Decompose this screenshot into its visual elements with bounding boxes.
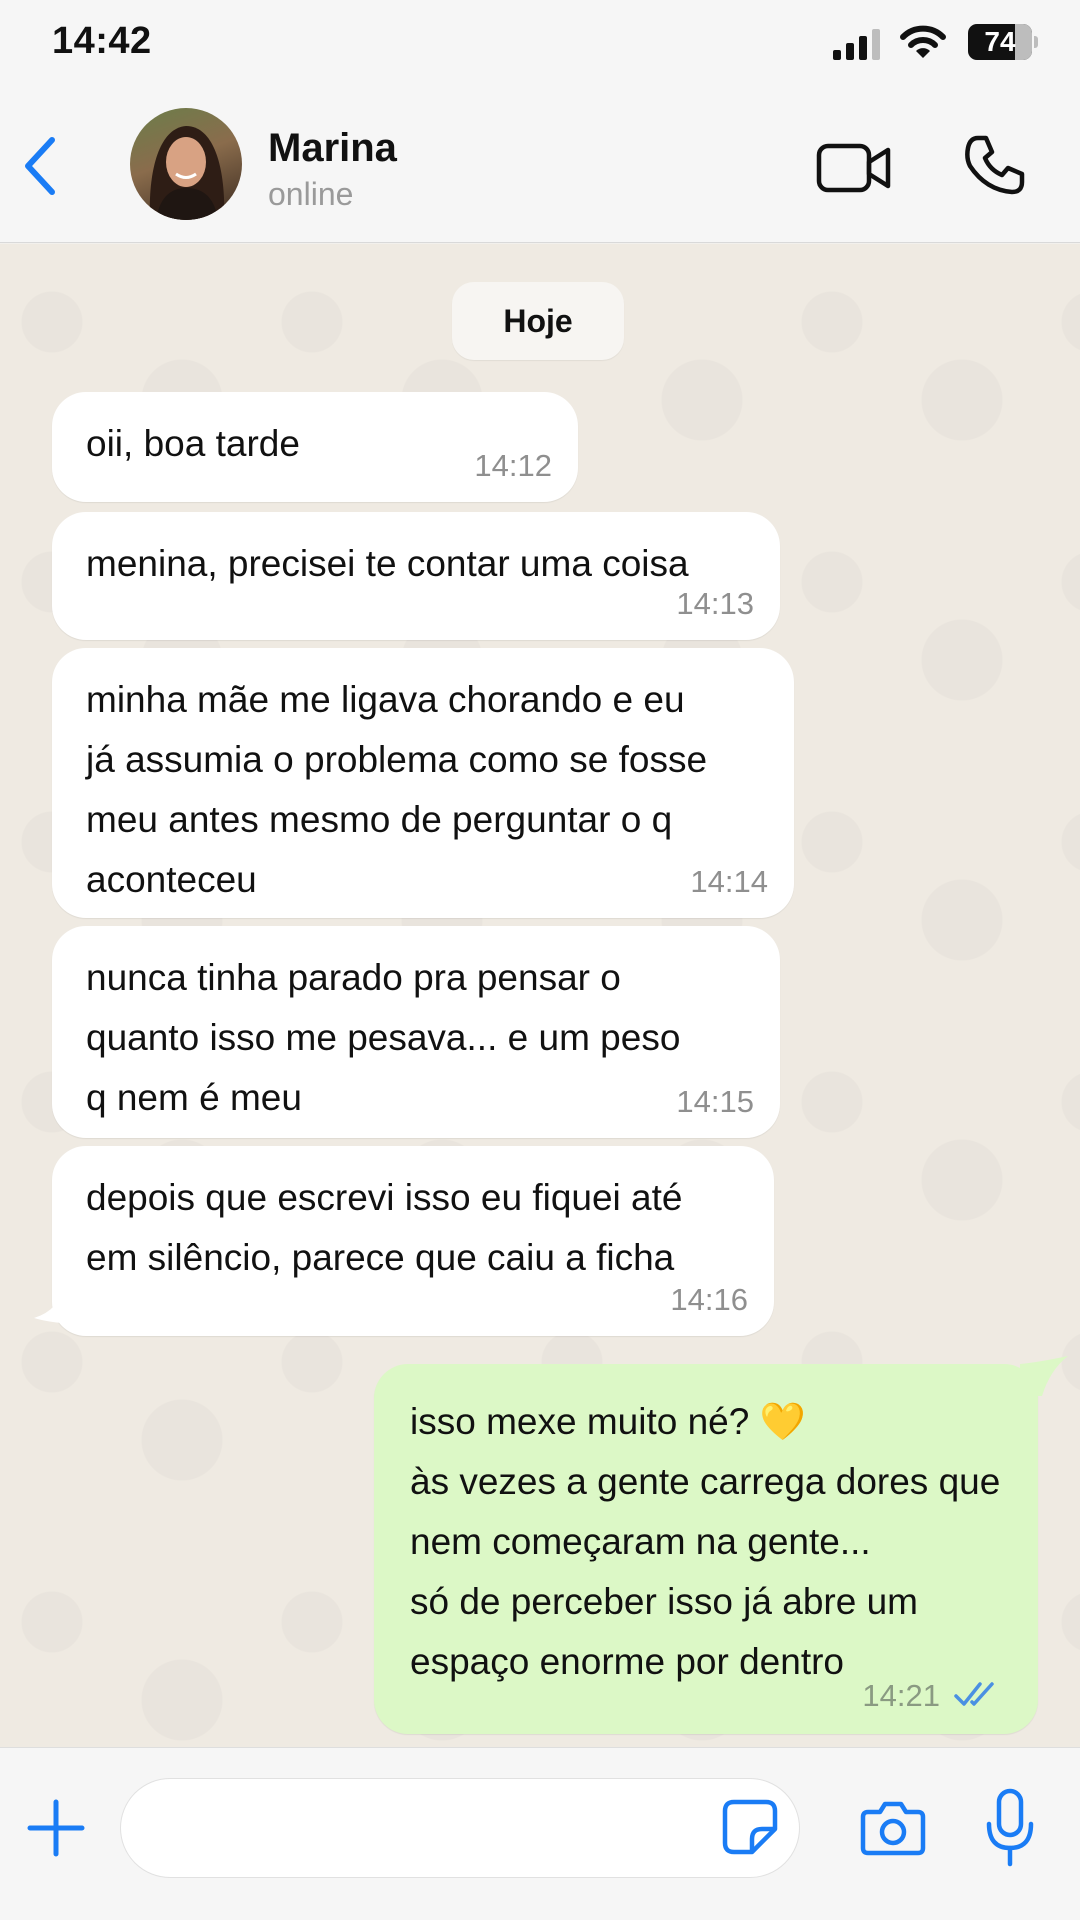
phone-icon[interactable] [964,134,1026,196]
video-camera-icon[interactable] [816,140,892,196]
camera-icon[interactable] [860,1800,926,1856]
bubble-tail [1020,1356,1068,1396]
status-bar: 14:42 74 [0,0,1080,88]
chat-header: Marina online [0,88,1080,243]
message-time: 14:14 [690,864,768,899]
input-bar [0,1747,1080,1920]
message-text: depois que escrevi isso eu fiquei até em… [86,1177,683,1278]
message-bubble-outgoing[interactable]: isso mexe muito né? 💛 às vezes a gente c… [374,1364,1038,1734]
avatar[interactable] [130,108,242,220]
message-text: minha mãe me ligava chorando e eu já ass… [86,679,708,900]
message-bubble-incoming[interactable]: menina, precisei te contar uma coisa 14:… [52,512,780,640]
message-time: 14:21 [862,1678,940,1713]
message-bubble-incoming[interactable]: depois que escrevi isso eu fiquei até em… [52,1146,774,1336]
message-time: 14:16 [670,1282,748,1317]
microphone-icon[interactable] [984,1788,1036,1868]
bubble-tail [34,1284,84,1324]
battery-percentage: 74 [984,26,1016,57]
sticker-icon[interactable] [722,1799,778,1855]
read-receipt-icon [954,1682,994,1706]
chat-area: Hoje oii, boa tarde 14:12 menina, precis… [0,244,1080,1747]
message-text: menina, precisei te contar uma coisa [86,543,689,584]
message-text: nunca tinha parado pra pensar o quanto i… [86,957,681,1118]
contact-status: online [268,176,354,212]
message-time: 14:13 [676,586,754,621]
message-time: 14:12 [474,448,552,483]
date-separator: Hoje [452,282,624,360]
message-text: isso mexe muito né? 💛 às vezes a gente c… [410,1401,1001,1682]
plus-icon[interactable] [26,1798,86,1858]
message-bubble-incoming[interactable]: minha mãe me ligava chorando e eu já ass… [52,648,794,918]
message-bubble-incoming[interactable]: nunca tinha parado pra pensar o quanto i… [52,926,780,1138]
battery-icon: 74 [968,24,1038,60]
message-bubble-incoming[interactable]: oii, boa tarde 14:12 [52,392,578,502]
message-input[interactable] [120,1778,800,1878]
cellular-signal-icon [833,29,880,60]
message-time: 14:15 [676,1084,754,1119]
wifi-icon [900,25,946,58]
chevron-left-icon[interactable] [18,134,62,198]
contact-name[interactable]: Marina [268,126,397,171]
status-time: 14:42 [52,20,152,62]
